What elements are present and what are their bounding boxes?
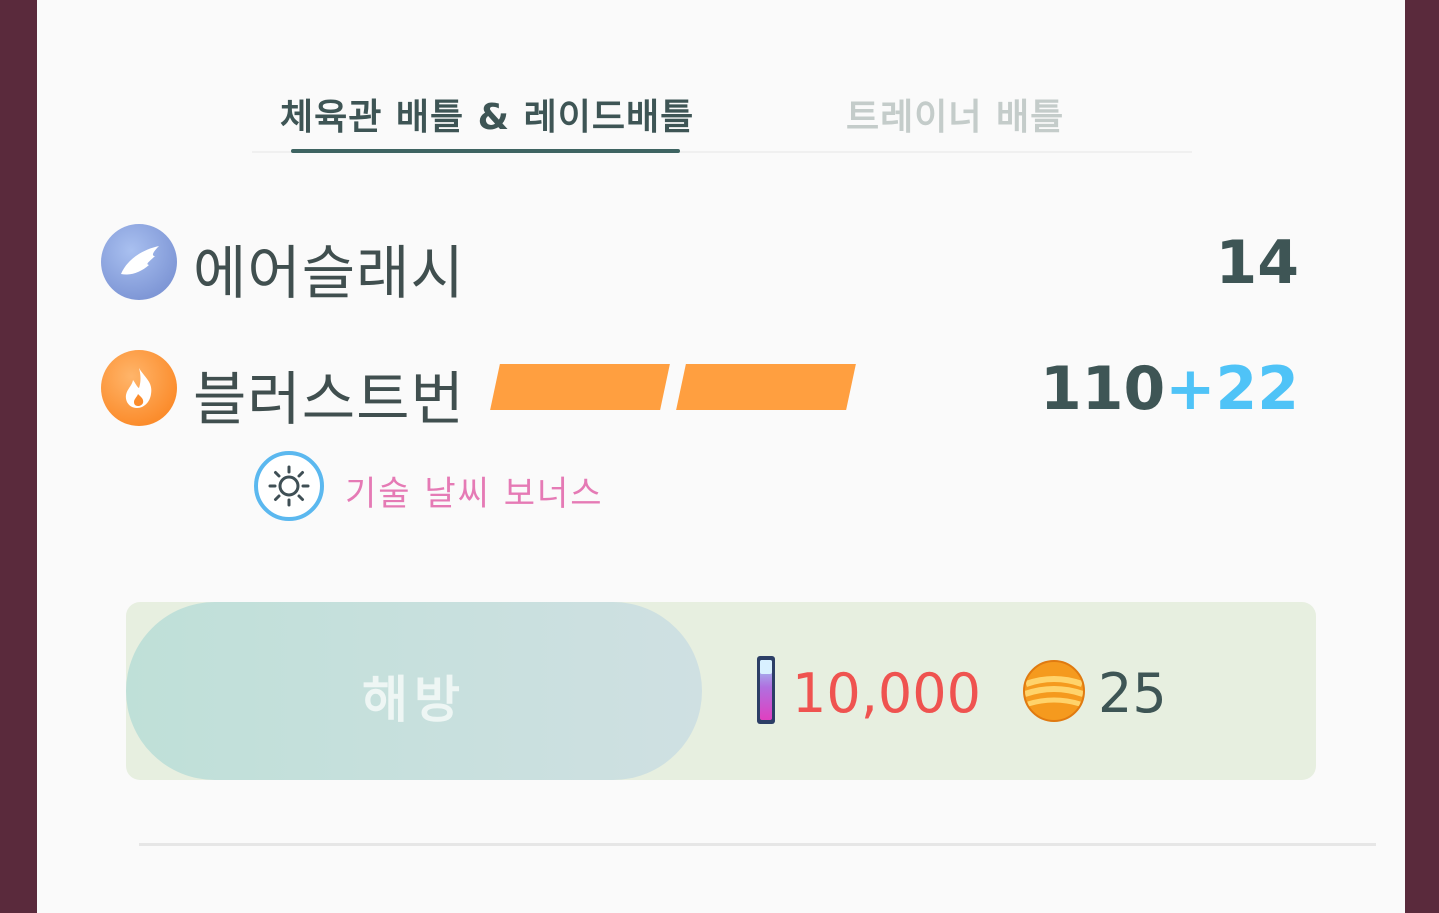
tab-gym-raid-battle[interactable]: 체육관 배틀 & 레이드배틀 xyxy=(280,88,694,140)
charged-move-power-bonus: +22 xyxy=(1165,354,1299,424)
purify-action-bar: 해방 10,000 25 xyxy=(126,602,1316,780)
stardust-icon xyxy=(754,654,778,726)
purify-button[interactable]: 해방 xyxy=(126,602,702,780)
fast-move-row: 에어슬래시 14 xyxy=(101,222,1301,307)
weather-bonus-label: 기술 날씨 보너스 xyxy=(345,474,604,514)
stardust-cost: 10,000 xyxy=(792,662,981,725)
fast-move-name: 에어슬래시 xyxy=(193,239,465,307)
charged-move-row: 블러스트번 110+22 xyxy=(101,348,1301,433)
fast-move-power-value: 14 xyxy=(1215,228,1300,298)
charged-move-power-value: 110 xyxy=(1039,354,1166,424)
sunny-weather-icon xyxy=(253,450,325,522)
candy-icon xyxy=(1023,660,1085,722)
candy-cost: 25 xyxy=(1098,662,1167,725)
fast-move-power: 14 xyxy=(1216,228,1300,298)
flying-type-icon xyxy=(101,224,177,300)
charged-move-name: 블러스트번 xyxy=(193,365,465,433)
charged-move-power: 110+22 xyxy=(1040,354,1299,424)
divider xyxy=(139,843,1376,846)
fire-type-icon xyxy=(101,350,177,426)
purify-button-label: 해방 xyxy=(362,671,466,729)
energy-bar xyxy=(489,364,859,410)
weather-bonus: 기술 날씨 보너스 xyxy=(253,450,753,526)
battle-tabs: 체육관 배틀 & 레이드배틀 트레이너 배틀 xyxy=(252,80,1192,155)
energy-segment xyxy=(676,364,856,410)
energy-segment xyxy=(490,364,670,410)
tab-trainer-battle[interactable]: 트레이너 배틀 xyxy=(846,88,1064,140)
active-tab-indicator xyxy=(291,149,680,153)
